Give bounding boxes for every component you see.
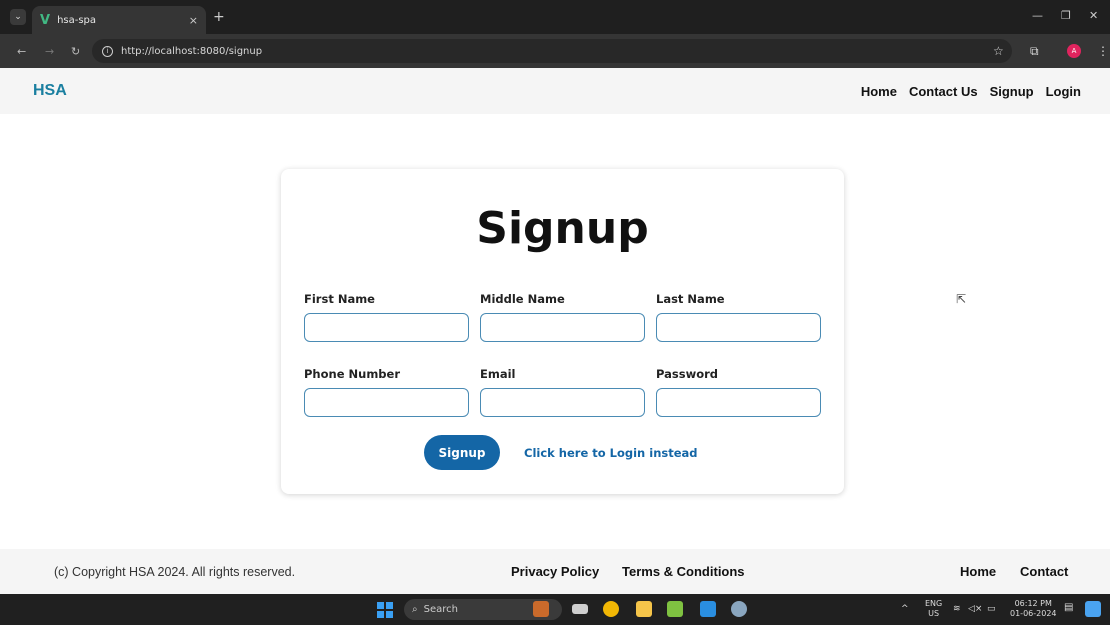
minimize-icon[interactable]: —	[1032, 9, 1043, 22]
page-title: Signup	[476, 203, 649, 254]
windows-taskbar: ⌕ Search ^ ENG US ≋ ◁× ▭ 06:12 PM 01-06-…	[0, 594, 1110, 625]
tab-close-icon[interactable]: ×	[189, 14, 198, 27]
volume-muted-icon[interactable]: ◁×	[968, 604, 982, 614]
lang-top: ENG	[925, 599, 943, 608]
show-hidden-icons-icon[interactable]: ^	[901, 604, 909, 614]
last-name-label: Last Name	[656, 292, 725, 306]
notepad-app-icon[interactable]	[667, 601, 683, 617]
email-input[interactable]	[480, 388, 645, 417]
phone-number-input[interactable]	[304, 388, 469, 417]
new-tab-icon[interactable]: +	[213, 9, 225, 25]
close-window-icon[interactable]: ✕	[1089, 9, 1098, 22]
copilot-icon[interactable]	[1085, 601, 1101, 617]
profile-avatar[interactable]: A	[1067, 44, 1081, 58]
password-group: Password	[656, 367, 821, 417]
task-view-icon[interactable]	[572, 604, 588, 614]
clock-date: 01-06-2024	[1010, 609, 1057, 618]
brand-logo[interactable]: HSA	[33, 82, 67, 100]
password-input[interactable]	[656, 388, 821, 417]
login-instead-link[interactable]: Click here to Login instead	[524, 446, 698, 460]
bookmark-star-icon[interactable]: ☆	[993, 44, 1004, 58]
clock-time: 06:12 PM	[1014, 599, 1052, 608]
footer-terms-link[interactable]: Terms & Conditions	[622, 564, 745, 579]
browser-tab-strip: ⌄ V hsa-spa × + — ❐ ✕	[0, 0, 1110, 34]
battery-icon[interactable]: ▭	[987, 604, 996, 614]
restore-icon[interactable]: ❐	[1061, 9, 1071, 22]
copyright-text: (c) Copyright HSA 2024. All rights reser…	[54, 565, 296, 579]
top-navigation: Home Contact Us Signup Login	[861, 84, 1081, 99]
notifications-icon[interactable]: ▤	[1064, 603, 1073, 613]
middle-name-input[interactable]	[480, 313, 645, 342]
more-menu-icon[interactable]: ⋮	[1097, 44, 1109, 58]
nav-home[interactable]: Home	[861, 84, 897, 99]
lang-bottom: US	[928, 609, 940, 618]
password-label: Password	[656, 367, 718, 381]
tab-title: hsa-spa	[57, 14, 97, 26]
taskbar-search-label: Search	[423, 604, 458, 615]
phone-number-group: Phone Number	[304, 367, 469, 417]
email-group: Email	[480, 367, 645, 417]
extensions-icon[interactable]: ⧉	[1030, 44, 1039, 59]
vue-favicon-icon: V	[40, 12, 51, 28]
signup-card: Signup First Name Middle Name Last Name …	[281, 169, 844, 494]
app-header: HSA Home Contact Us Signup Login	[0, 68, 1110, 114]
middle-name-group: Middle Name	[480, 292, 645, 342]
search-icon: ⌕	[412, 604, 418, 615]
browser-tab[interactable]: V hsa-spa ×	[32, 6, 206, 34]
phone-number-label: Phone Number	[304, 367, 401, 381]
tab-search-icon[interactable]: ⌄	[10, 9, 26, 25]
language-indicator[interactable]: ENG US	[925, 599, 942, 619]
windows-start-icon[interactable]	[377, 602, 393, 618]
back-icon[interactable]: ←	[17, 45, 26, 58]
nav-login[interactable]: Login	[1046, 84, 1081, 99]
signup-button[interactable]: Signup	[424, 435, 500, 470]
nav-contact-us[interactable]: Contact Us	[909, 84, 978, 99]
file-explorer-icon[interactable]	[636, 601, 652, 617]
last-name-input[interactable]	[656, 313, 821, 342]
first-name-group: First Name	[304, 292, 469, 342]
mouse-cursor-icon: ⇱	[956, 292, 967, 306]
footer-contact-link[interactable]: Contact	[1020, 564, 1068, 579]
email-label: Email	[480, 367, 516, 381]
url-text: http://localhost:8080/signup	[121, 45, 263, 57]
first-name-label: First Name	[304, 292, 375, 306]
footer-privacy-link[interactable]: Privacy Policy	[511, 564, 599, 579]
reload-icon[interactable]: ↻	[71, 45, 80, 58]
last-name-group: Last Name	[656, 292, 821, 342]
browser-toolbar: ← → ↻ i http://localhost:8080/signup ☆ ⧉…	[0, 34, 1110, 68]
clock[interactable]: 06:12 PM 01-06-2024	[1010, 599, 1057, 619]
site-info-icon[interactable]: i	[102, 45, 113, 57]
vscode-app-icon[interactable]	[700, 601, 716, 617]
page-footer: (c) Copyright HSA 2024. All rights reser…	[0, 549, 1110, 594]
middle-name-label: Middle Name	[480, 292, 565, 306]
footer-home-link[interactable]: Home	[960, 564, 996, 579]
nav-signup[interactable]: Signup	[990, 84, 1034, 99]
address-bar[interactable]: i http://localhost:8080/signup	[92, 39, 1012, 63]
first-name-input[interactable]	[304, 313, 469, 342]
settings-app-icon[interactable]	[731, 601, 747, 617]
forward-icon[interactable]: →	[45, 45, 54, 58]
wifi-icon[interactable]: ≋	[953, 604, 961, 614]
widgets-app-icon[interactable]	[533, 601, 549, 617]
chrome-app-icon[interactable]	[603, 601, 619, 617]
